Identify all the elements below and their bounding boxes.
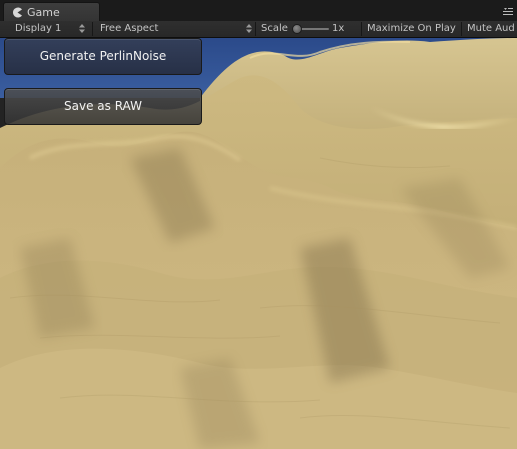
maximize-on-play-toggle[interactable]: Maximize On Play: [367, 21, 456, 37]
game-viewport[interactable]: Generate PerlinNoise Save as RAW: [0, 38, 517, 449]
game-window: Game Display 1 Free Aspect Scale 1x Maxi…: [0, 0, 517, 449]
pacman-game-icon: [13, 7, 22, 18]
tab-menu-icon[interactable]: [503, 7, 513, 16]
display-dropdown[interactable]: Display 1: [0, 21, 92, 37]
toolbar-divider: [255, 22, 256, 36]
scale-slider-thumb[interactable]: [292, 24, 302, 34]
mute-audio-toggle[interactable]: Mute Aud: [467, 21, 515, 37]
tab-game[interactable]: Game: [3, 2, 100, 21]
generate-perlin-noise-button[interactable]: Generate PerlinNoise: [4, 38, 202, 75]
display-dropdown-label: Display 1: [15, 23, 62, 34]
tab-strip: Game: [0, 0, 517, 22]
scale-value: 1x: [332, 23, 345, 34]
save-as-raw-button[interactable]: Save as RAW: [4, 88, 202, 125]
tab-title: Game: [27, 6, 60, 19]
toolbar-divider: [361, 22, 362, 36]
dropdown-arrows-icon: [79, 24, 85, 33]
aspect-dropdown-label: Free Aspect: [100, 23, 159, 34]
scale-label: Scale: [261, 23, 288, 34]
game-toolbar: Display 1 Free Aspect Scale 1x Maximize …: [0, 21, 517, 38]
toolbar-divider: [461, 22, 462, 36]
aspect-dropdown[interactable]: Free Aspect: [93, 21, 254, 37]
dropdown-arrows-icon: [246, 24, 252, 33]
